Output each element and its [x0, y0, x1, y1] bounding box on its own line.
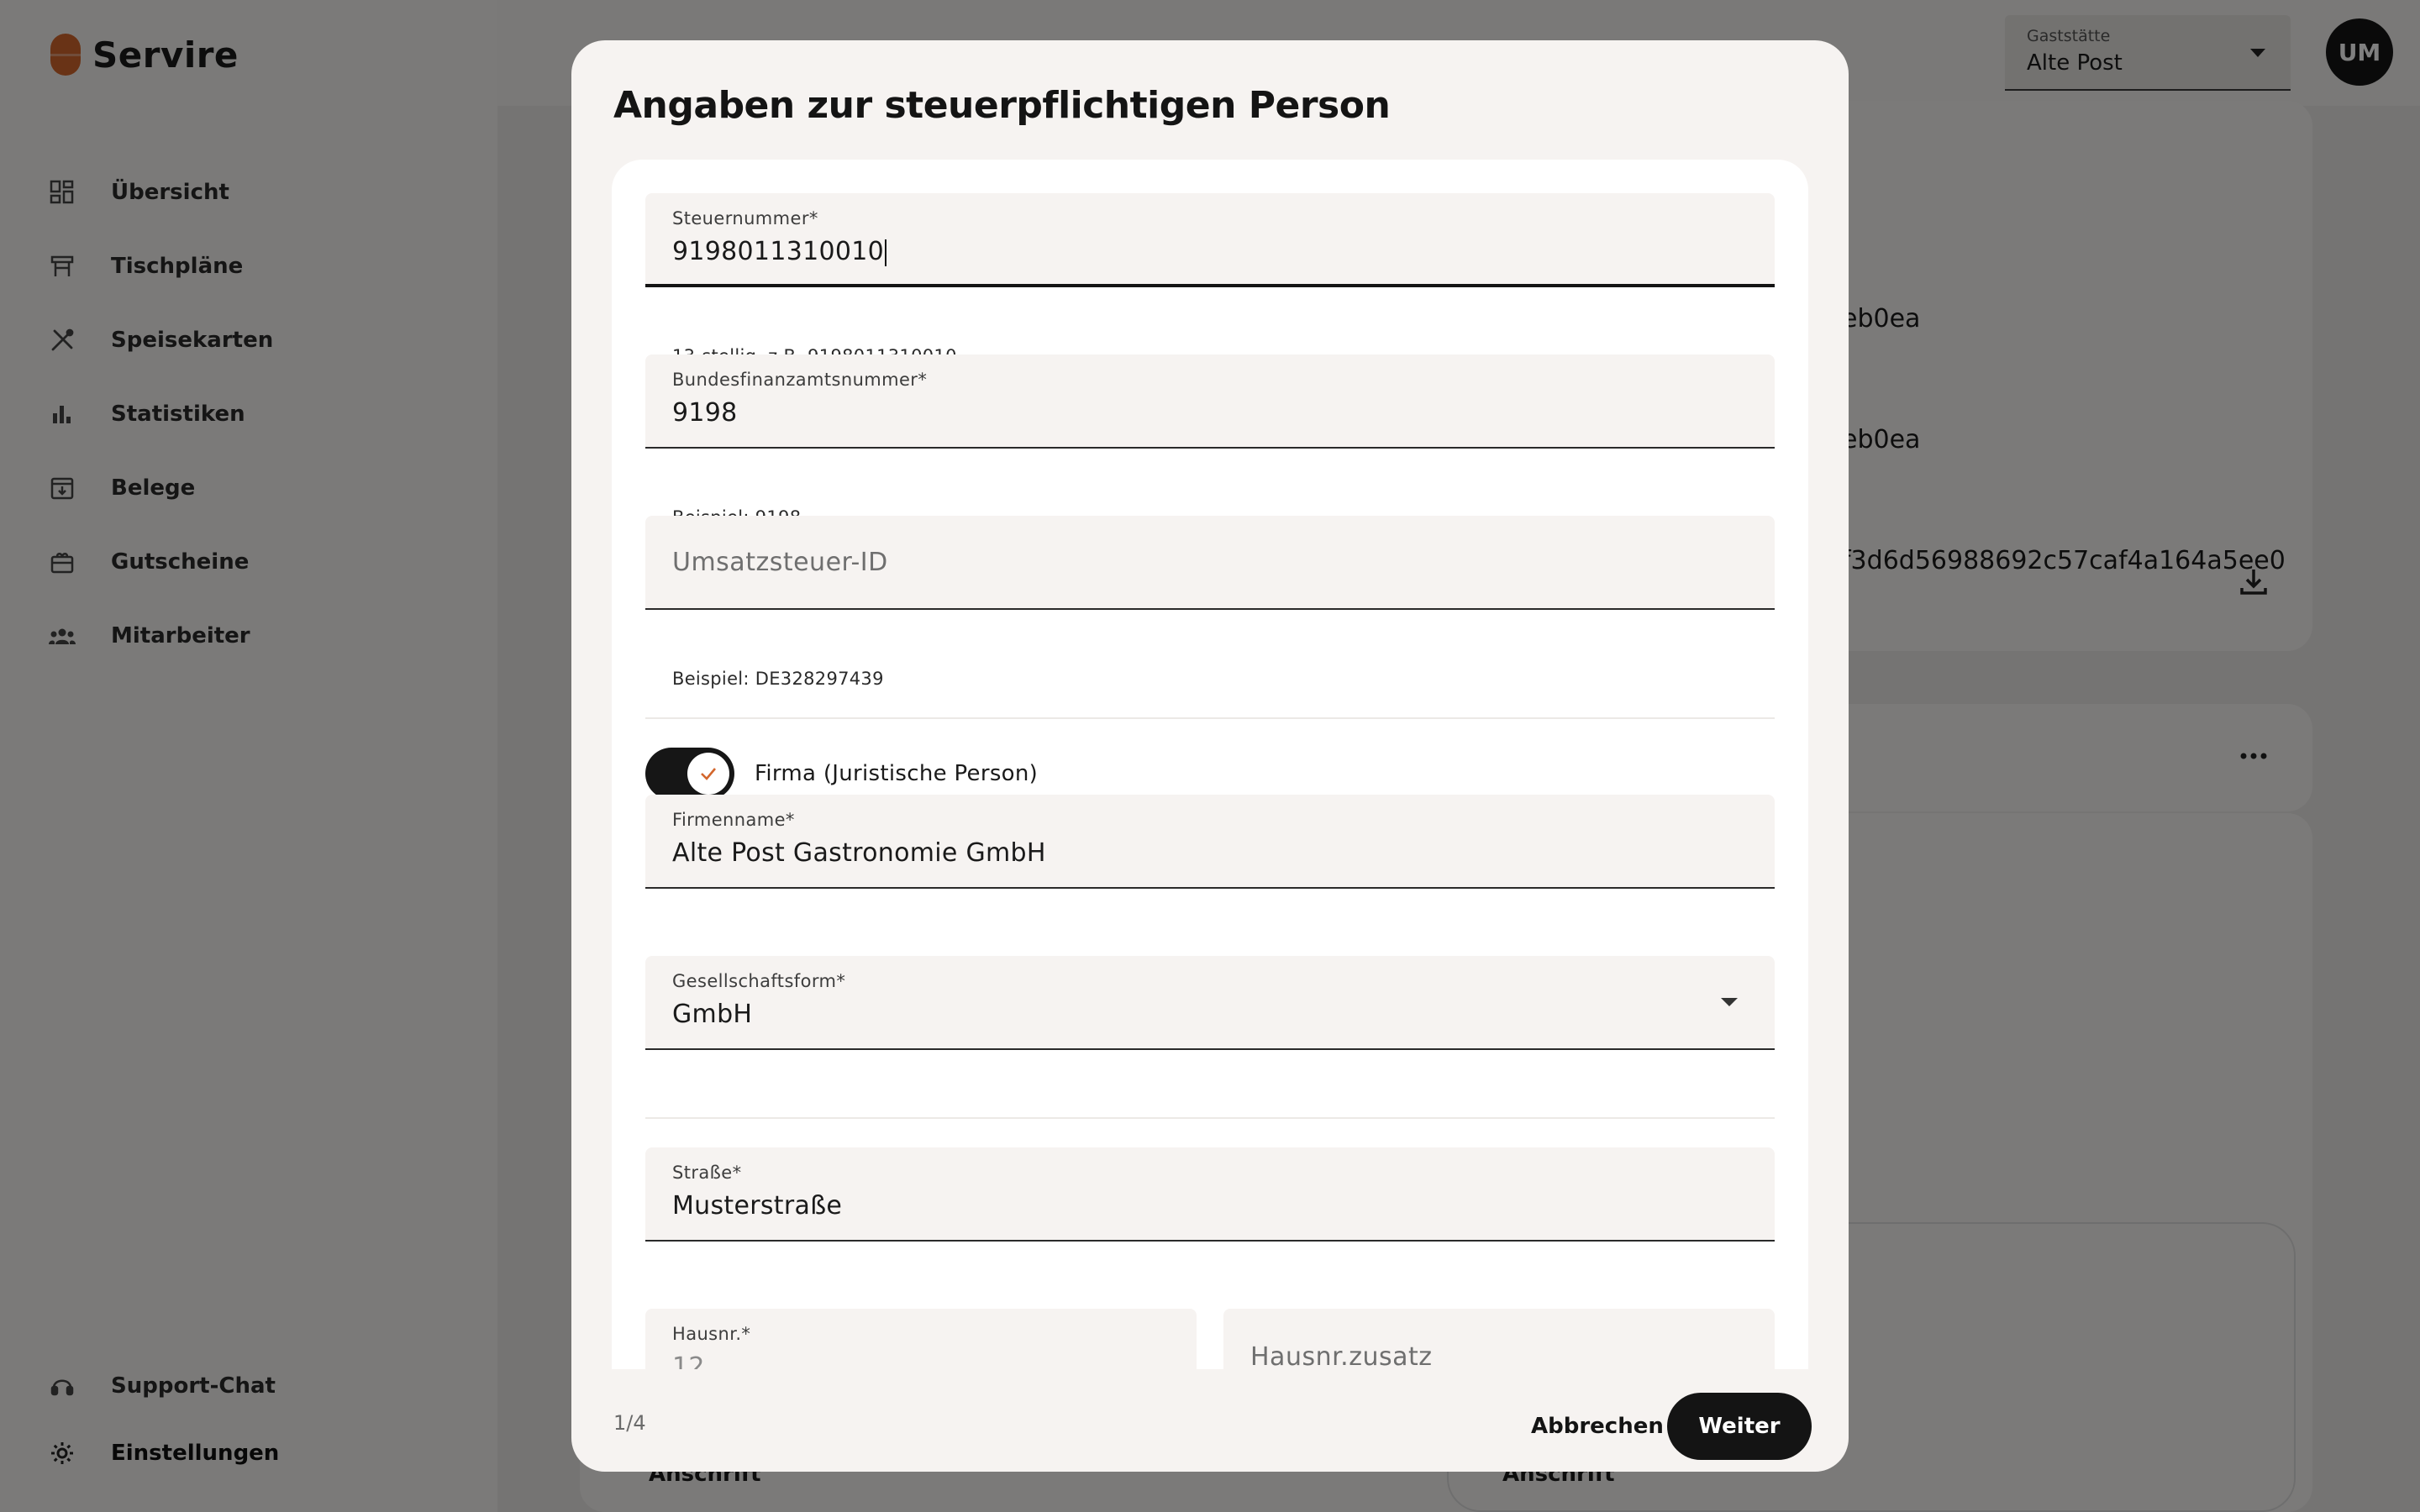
tax-person-dialog: Angaben zur steuerpflichtigen Person Ste…	[571, 40, 1849, 1472]
field-label: Straße*	[672, 1163, 742, 1183]
gesellschaftsform-select[interactable]: Gesellschaftsform* GmbH	[645, 956, 1775, 1050]
steuernummer-field[interactable]: Steuernummer* 9198011310010	[645, 193, 1775, 287]
form-divider	[645, 1117, 1775, 1119]
steuernummer-value: 9198011310010	[672, 237, 885, 266]
dialog-footer: 1/4 Abbrechen Weiter	[571, 1369, 1849, 1472]
field-label: Bundesfinanzamtsnummer*	[672, 370, 928, 390]
umsatzsteuer-id-field[interactable]: Umsatzsteuer-ID	[645, 516, 1775, 610]
field-placeholder: Umsatzsteuer-ID	[672, 548, 888, 577]
dialog-title: Angaben zur steuerpflichtigen Person	[613, 84, 1391, 127]
hausnr-zusatz-field[interactable]: Hausnr.zusatz	[1223, 1309, 1775, 1369]
firma-toggle-label: Firma (Juristische Person)	[755, 761, 1039, 786]
next-button[interactable]: Weiter	[1667, 1393, 1812, 1460]
app-root: Servire Übersicht Tischpläne Speisekarte…	[0, 0, 2420, 1512]
hausnr-value: 12	[672, 1352, 705, 1369]
field-label: Gesellschaftsform*	[672, 971, 846, 991]
gesellschaftsform-value: GmbH	[672, 1000, 753, 1029]
step-indicator: 1/4	[613, 1411, 646, 1435]
field-placeholder: Hausnr.zusatz	[1250, 1342, 1433, 1369]
bundesfinanzamtsnummer-field[interactable]: Bundesfinanzamtsnummer* 9198	[645, 354, 1775, 449]
form-divider	[645, 717, 1775, 719]
hausnr-field[interactable]: Hausnr.* 12	[645, 1309, 1197, 1369]
firmenname-field[interactable]: Firmenname* Alte Post Gastronomie GmbH	[645, 795, 1775, 889]
strasse-value: Musterstraße	[672, 1191, 843, 1221]
cancel-button[interactable]: Abbrechen	[1511, 1393, 1684, 1460]
umsatzsteuer-id-helper: Beispiel: DE328297439	[672, 669, 884, 689]
field-label: Hausnr.*	[672, 1324, 751, 1344]
field-label: Steuernummer*	[672, 208, 818, 228]
chevron-down-icon	[1721, 998, 1738, 1006]
bundesfinanzamtsnummer-value: 9198	[672, 398, 738, 428]
firmenname-value: Alte Post Gastronomie GmbH	[672, 838, 1046, 868]
dialog-form: Steuernummer* 9198011310010 13-stellig, …	[612, 160, 1808, 1369]
toggle-knob	[687, 753, 729, 795]
firma-toggle[interactable]	[645, 748, 734, 800]
field-value-wrap: 9198011310010	[672, 237, 1748, 266]
text-cursor	[885, 239, 887, 266]
strasse-field[interactable]: Straße* Musterstraße	[645, 1147, 1775, 1242]
firma-toggle-row: Firma (Juristische Person)	[645, 748, 1038, 800]
field-label: Firmenname*	[672, 810, 795, 830]
check-icon	[701, 768, 716, 780]
